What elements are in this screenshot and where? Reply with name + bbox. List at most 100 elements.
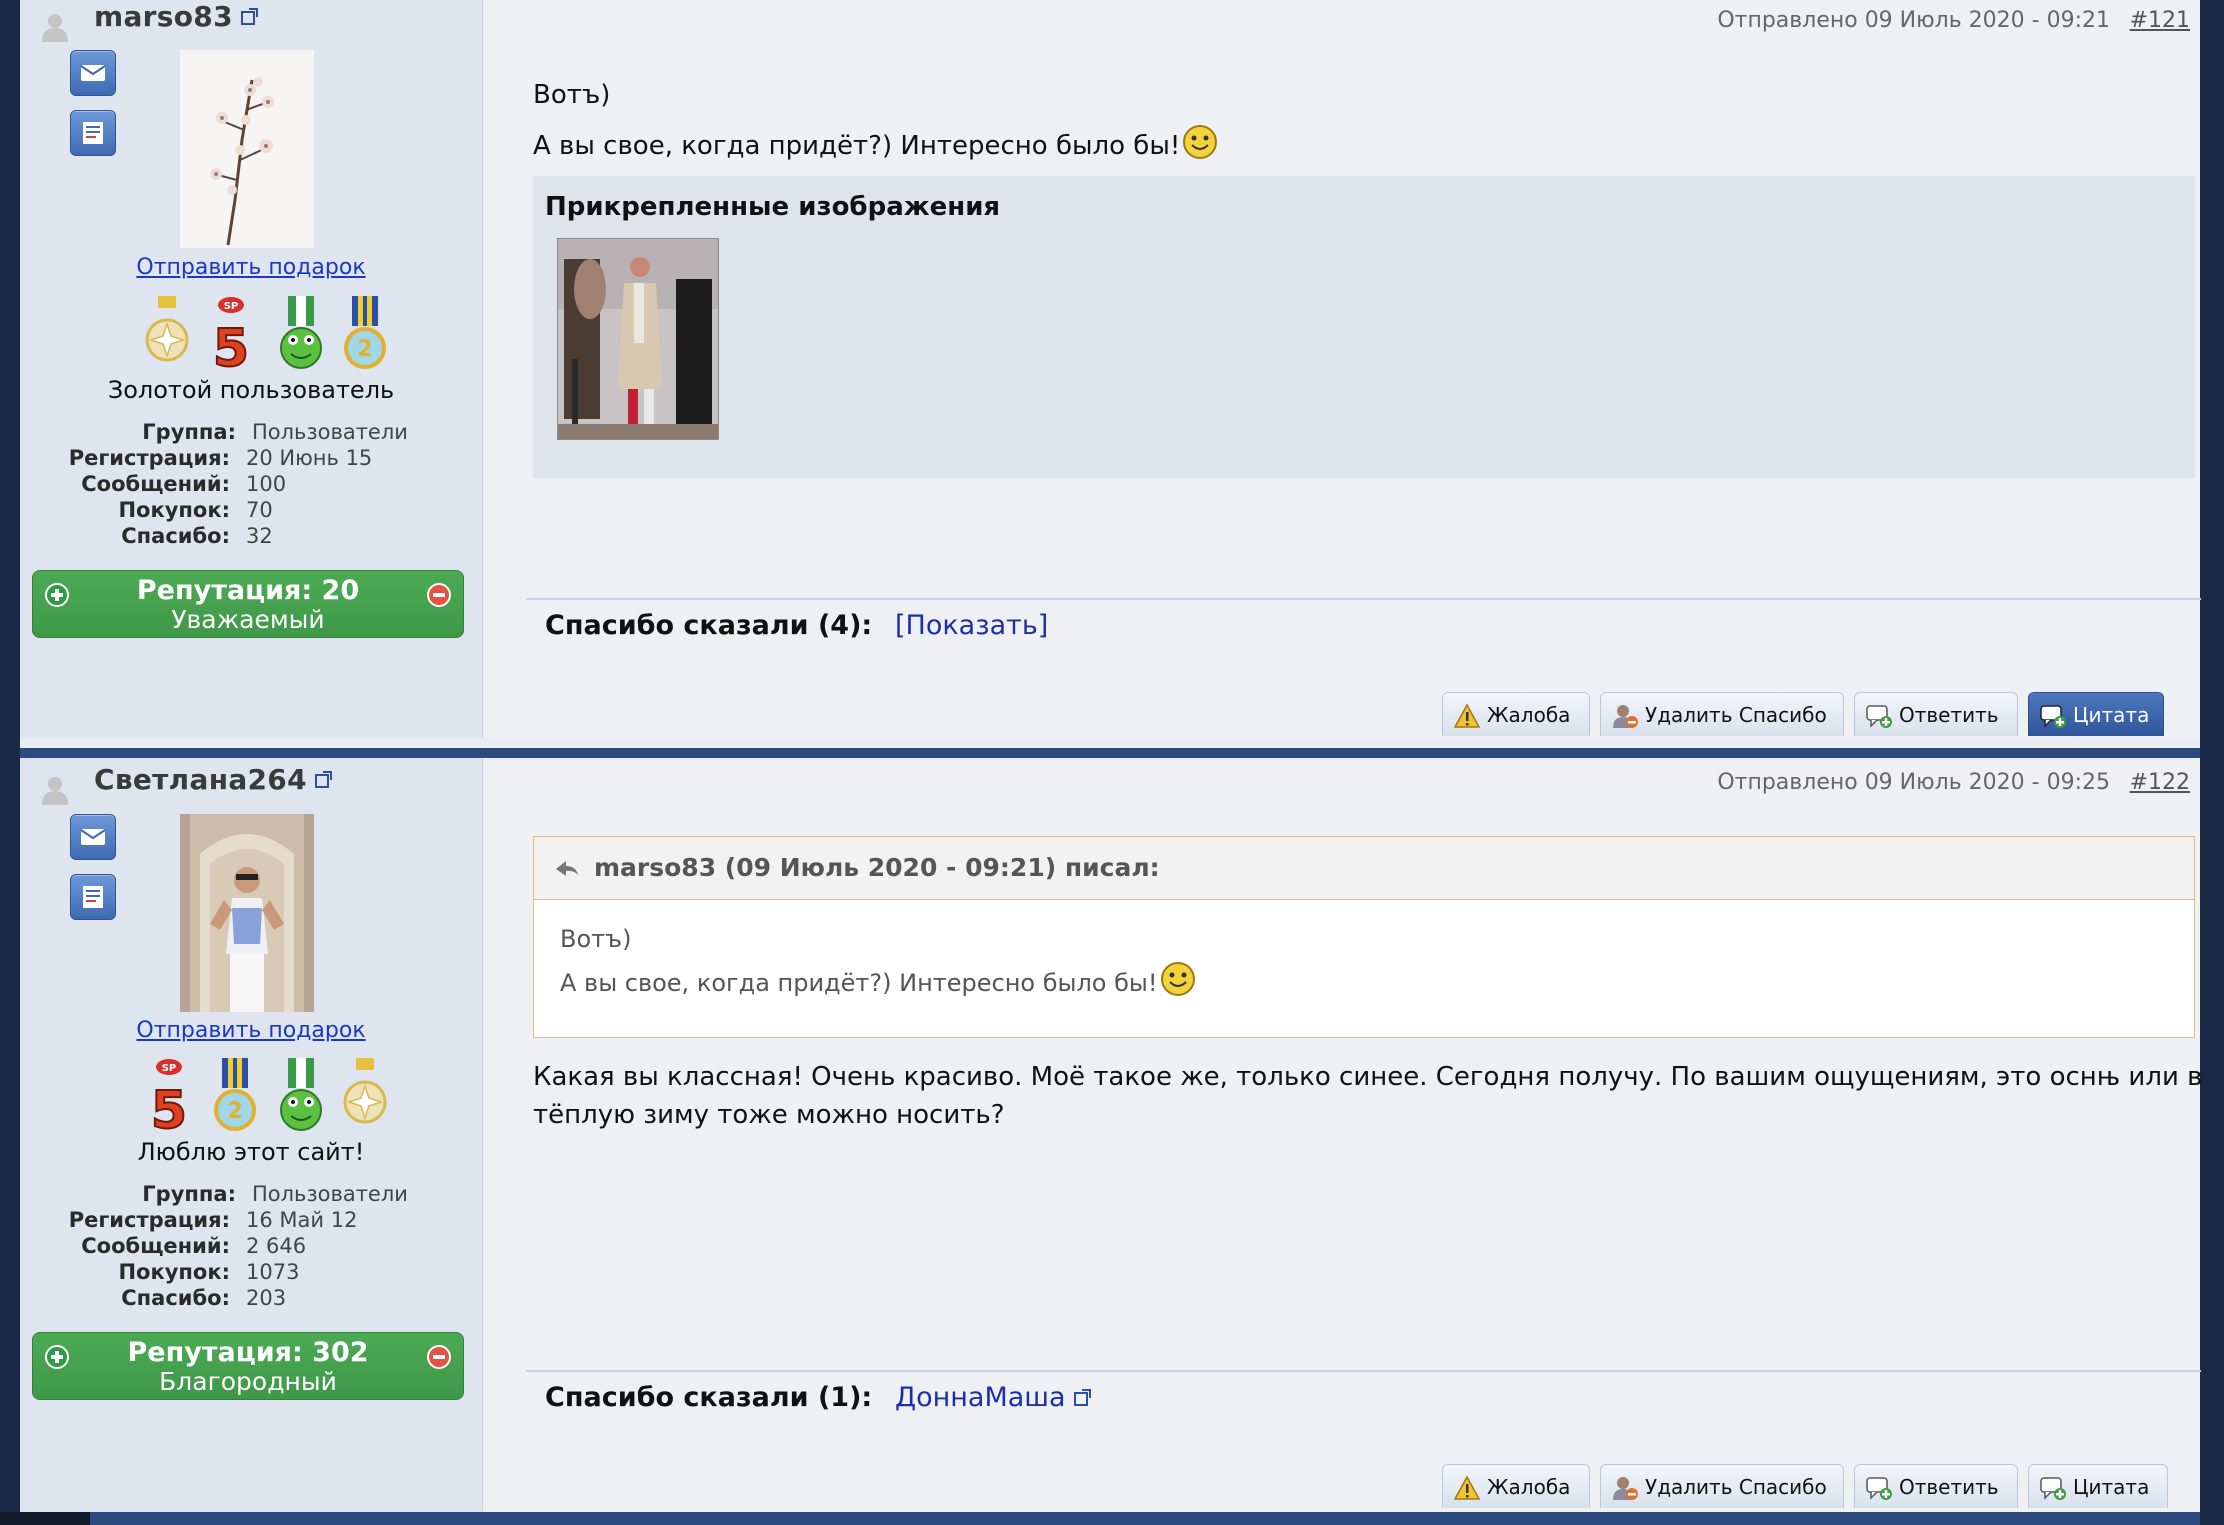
post-number-link[interactable]: #121 — [2130, 8, 2190, 33]
reply-bubble-icon — [1866, 1477, 1892, 1500]
svg-text:2: 2 — [357, 337, 372, 362]
gold-star-medal-icon — [343, 1058, 387, 1124]
user-remove-icon — [1613, 1477, 1638, 1500]
stat-thanks: Спасибо: 32 — [121, 524, 273, 548]
reputation-rank: Благородный — [159, 1367, 337, 1396]
quote-button[interactable]: Цитата — [2028, 692, 2164, 736]
stat-messages: Сообщений: 2 646 — [81, 1234, 307, 1258]
thanks-said-label: Спасибо сказали (1): — [545, 1382, 873, 1413]
post-date: Отправлено 09 Июль 2020 - 09:21 — [1717, 8, 2110, 33]
user-rank-title: Золотой пользователь — [107, 376, 395, 404]
svg-text:SP: SP — [162, 1063, 177, 1074]
delete-thanks-button[interactable]: Удалить Спасибо — [1600, 692, 1844, 736]
attachment-thumbnail[interactable] — [557, 238, 719, 440]
show-thanks-link[interactable]: [Показать] — [895, 610, 1048, 641]
svg-text:2: 2 — [227, 1099, 242, 1124]
post-number-link[interactable]: #122 — [2130, 770, 2190, 795]
reply-button[interactable]: Ответить — [1854, 1464, 2018, 1508]
profile-card-button[interactable] — [70, 874, 116, 920]
quote-bubble-icon — [2040, 1477, 2066, 1500]
sp5-medal-icon: SP 5 — [150, 1059, 188, 1134]
medals-row: SP 5 2 — [132, 296, 392, 376]
quote-block: marso83 (09 Июль 2020 - 09:21) писал: Во… — [533, 836, 2195, 1038]
username-link[interactable]: marso83 — [94, 0, 258, 33]
post-text-line: А вы свое, когда придёт?) Интересно было… — [533, 124, 1218, 161]
external-link-icon[interactable] — [240, 8, 258, 25]
stat-group: Группа: Пользователи — [142, 1182, 408, 1206]
user-sidebar: Светлана264 Отправить подарок SP 5 2 Люб… — [20, 758, 483, 1512]
forum-post: Светлана264 Отправить подарок SP 5 2 Люб… — [20, 758, 2203, 1512]
profile-card-icon — [83, 886, 103, 908]
user-rank-title: Люблю этот сайт! — [137, 1138, 365, 1166]
attachments-box: Прикрепленные изображения — [533, 176, 2195, 478]
warning-icon — [1453, 1475, 1481, 1500]
post-body-text: Какая вы классная! Очень красиво. Моё та… — [533, 1062, 2203, 1130]
thanker-user-link[interactable]: ДоннаМаша — [895, 1382, 1091, 1413]
post-text-line: Вотъ) — [533, 80, 611, 110]
reputation-score: Репутация: 20 — [136, 575, 360, 606]
send-message-button[interactable] — [70, 50, 116, 96]
frog-medal-icon — [280, 296, 322, 369]
forum-post: marso83 Отправить подарок SP 5 2 Золотой… — [20, 0, 2201, 738]
stat-group: Группа: Пользователи — [142, 420, 408, 444]
post-separator — [20, 748, 2200, 758]
reputation-rank: Уважаемый — [171, 605, 325, 634]
forum-page: marso83 Отправить подарок SP 5 2 Золотой… — [20, 0, 2203, 1525]
user-sidebar: marso83 Отправить подарок SP 5 2 Золотой… — [20, 0, 483, 738]
reply-button[interactable]: Ответить — [1854, 692, 2018, 736]
delete-thanks-button[interactable]: Удалить Спасибо — [1600, 1464, 1844, 1508]
quote-header: marso83 (09 Июль 2020 - 09:21) писал: — [534, 837, 2194, 900]
post-content: Отправлено 09 Июль 2020 - 09:25 #122 mar… — [483, 758, 2203, 1512]
external-link-icon[interactable] — [1073, 1388, 1091, 1406]
number-2-medal-icon: 2 — [214, 1058, 256, 1131]
stat-purchases: Покупок: 70 — [118, 498, 273, 522]
avatar — [180, 50, 314, 248]
smiley-icon — [1183, 125, 1218, 159]
post-action-buttons: Жалоба Удалить Спасибо Ответить Цитата — [1442, 1464, 2182, 1510]
user-remove-icon — [1613, 705, 1638, 728]
avatar — [180, 814, 314, 1012]
svg-text:5: 5 — [151, 1081, 187, 1134]
offline-user-icon — [42, 777, 68, 805]
post-date: Отправлено 09 Июль 2020 - 09:25 — [1717, 770, 2110, 795]
stat-thanks: Спасибо: 203 — [121, 1286, 287, 1310]
reputation-box: Репутация: 302 Благородный — [32, 1332, 464, 1400]
complaint-button[interactable]: Жалоба — [1442, 692, 1590, 736]
reputation-score: Репутация: 302 — [127, 1337, 369, 1368]
stat-registration: Регистрация: 16 Май 12 — [68, 1208, 358, 1232]
thanks-divider — [526, 598, 2201, 600]
envelope-icon — [80, 65, 106, 81]
reputation-box: Репутация: 20 Уважаемый — [32, 570, 464, 638]
send-gift-link[interactable]: Отправить подарок — [20, 1018, 482, 1043]
send-gift-link[interactable]: Отправить подарок — [20, 255, 482, 280]
post-content: Отправлено 09 Июль 2020 - 09:21 #121 Вот… — [483, 0, 2201, 738]
profile-card-button[interactable] — [70, 110, 116, 156]
gold-star-medal-icon — [145, 296, 189, 362]
offline-user-icon — [42, 14, 68, 42]
profile-card-icon — [83, 122, 103, 144]
quote-bubble-icon — [2040, 705, 2066, 728]
external-link-icon[interactable] — [314, 771, 332, 788]
thanks-divider — [526, 1370, 2201, 1372]
medals-row: SP 5 2 — [132, 1058, 392, 1138]
thanks-said-label: Спасибо сказали (4): — [545, 610, 873, 641]
post-separator — [20, 1512, 2200, 1525]
username-link[interactable]: Светлана264 — [94, 763, 332, 796]
number-2-medal-icon: 2 — [344, 296, 386, 369]
svg-text:SP: SP — [224, 301, 239, 312]
frog-medal-icon — [280, 1058, 322, 1131]
attachments-title: Прикрепленные изображения — [545, 192, 1001, 222]
complaint-button[interactable]: Жалоба — [1442, 1464, 1590, 1508]
reply-bubble-icon — [1866, 705, 1892, 728]
sp5-medal-icon: SP 5 — [212, 297, 250, 372]
post-action-buttons: Жалоба Удалить Спасибо Ответить Цитата — [1442, 692, 2182, 738]
envelope-icon — [80, 829, 106, 845]
quote-button[interactable]: Цитата — [2028, 1464, 2168, 1508]
warning-icon — [1453, 703, 1481, 728]
send-message-button[interactable] — [70, 814, 116, 860]
quote-text-line: А вы свое, когда придёт?) Интересно было… — [560, 961, 1196, 997]
snapback-arrow-icon[interactable] — [552, 851, 582, 881]
smiley-icon — [1160, 962, 1195, 996]
quote-text-line: Вотъ) — [560, 925, 632, 953]
stat-purchases: Покупок: 1073 — [118, 1260, 300, 1284]
